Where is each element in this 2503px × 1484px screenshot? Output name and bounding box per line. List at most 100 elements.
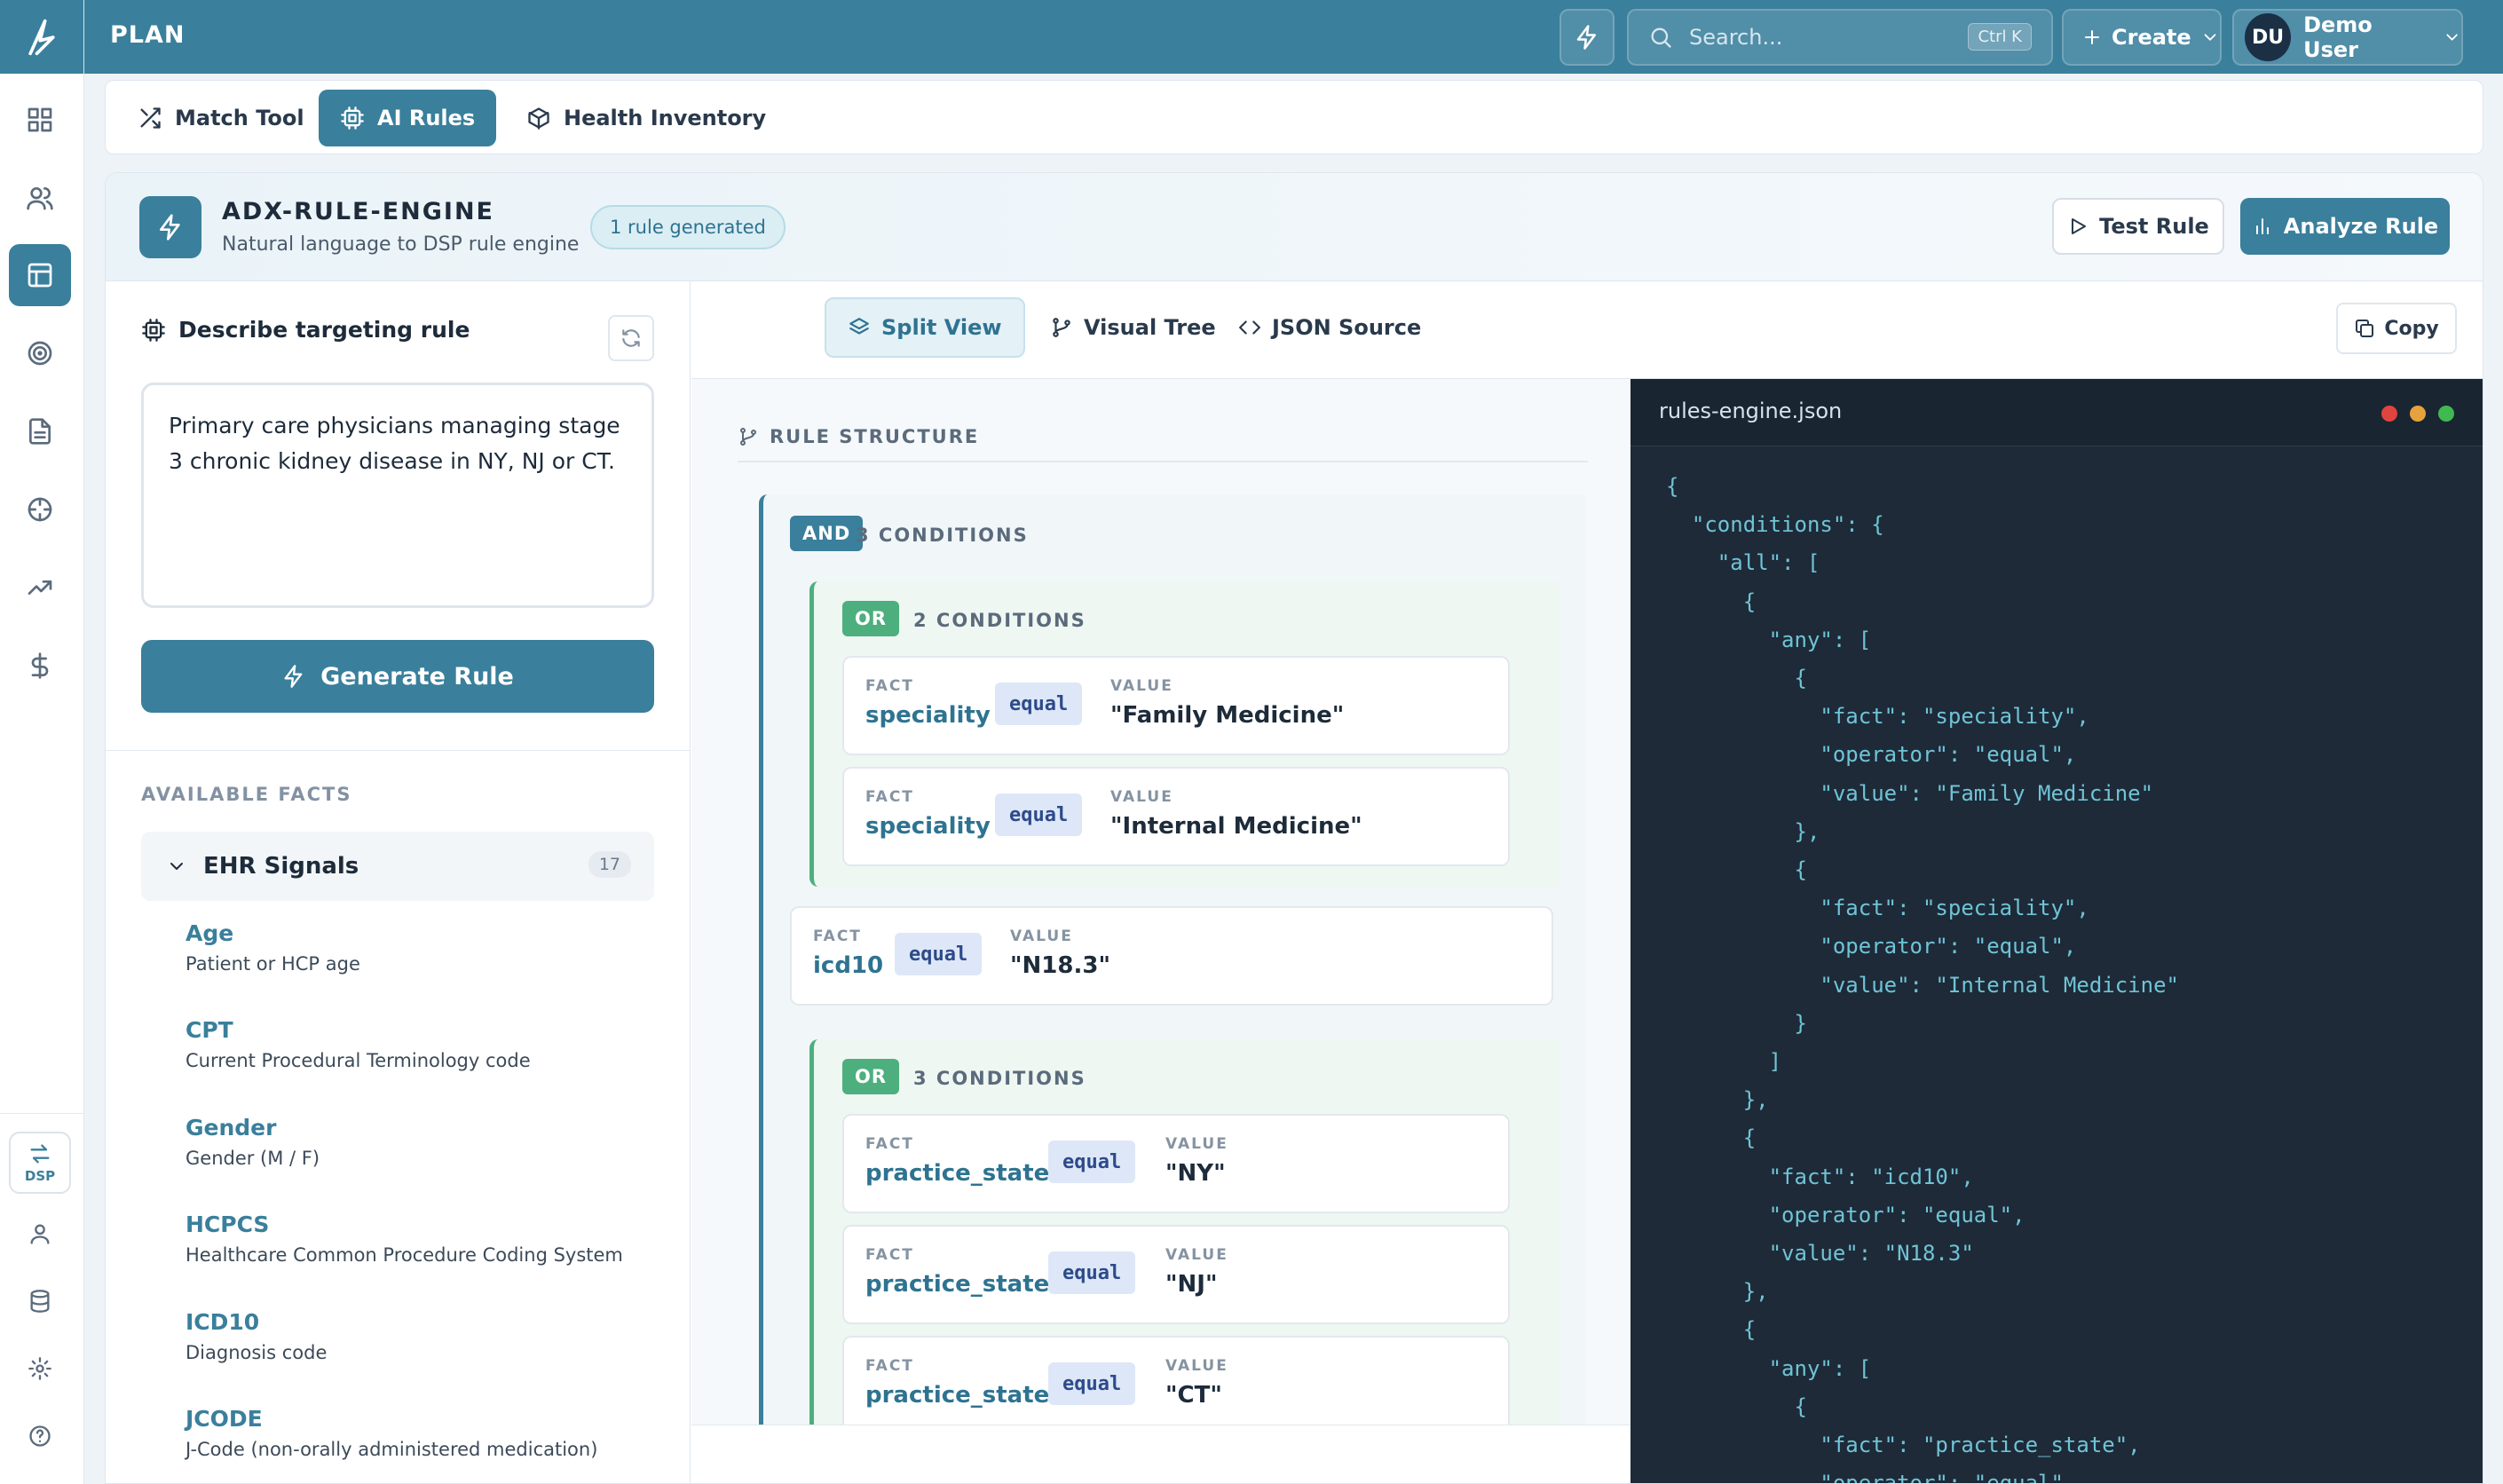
fact-item[interactable]: HCPCS Healthcare Common Procedure Coding… bbox=[186, 1212, 623, 1266]
plus-icon bbox=[2085, 30, 2099, 44]
search-placeholder: Search... bbox=[1689, 25, 1783, 50]
create-label: Create bbox=[2112, 25, 2191, 50]
copy-button[interactable]: Copy bbox=[2336, 303, 2457, 354]
reset-prompt-button[interactable] bbox=[608, 315, 654, 361]
value-label: VALUE bbox=[1010, 928, 1073, 945]
rail-target-button[interactable] bbox=[9, 322, 71, 384]
app-logo[interactable] bbox=[0, 0, 83, 74]
rule-structure-text: RULE STRUCTURE bbox=[770, 426, 980, 447]
search-box[interactable]: Search... Ctrl K bbox=[1627, 9, 2053, 66]
avatar: DU bbox=[2245, 13, 2292, 61]
rail-settings-button[interactable] bbox=[9, 1338, 71, 1400]
rail-profile-button[interactable] bbox=[9, 1203, 71, 1265]
bar-chart-icon bbox=[2255, 218, 2269, 234]
fact-name: JCODE bbox=[186, 1406, 263, 1432]
quick-action-button[interactable] bbox=[1559, 9, 1615, 66]
fact-item[interactable]: CPT Current Procedural Terminology code bbox=[186, 1017, 531, 1071]
available-facts-title: AVAILABLE FACTS bbox=[141, 784, 352, 805]
user-menu[interactable]: DU Demo User bbox=[2232, 9, 2463, 66]
condition-row[interactable]: FACT icd10 equal VALUE "N18.3" bbox=[790, 906, 1553, 1006]
fact-item[interactable]: Gender Gender (M / F) bbox=[186, 1115, 320, 1169]
chevron-down-icon bbox=[170, 863, 183, 870]
section-title: PLAN bbox=[110, 21, 186, 49]
condition-value: "CT" bbox=[1165, 1382, 1222, 1409]
fact-item[interactable]: JCODE J-Code (non-orally administered me… bbox=[186, 1406, 597, 1460]
tab-ai-rules[interactable]: AI Rules bbox=[319, 90, 497, 146]
condition-row[interactable]: FACT practice_state equal VALUE "NY" bbox=[842, 1114, 1510, 1213]
create-button[interactable]: Create bbox=[2062, 9, 2222, 66]
target-icon bbox=[28, 341, 52, 366]
condition-row[interactable]: FACT practice_state equal VALUE "CT" bbox=[842, 1336, 1510, 1435]
fact-label: FACT bbox=[813, 928, 862, 945]
fact-value: practice_state bbox=[865, 1160, 1050, 1187]
rule-input-panel: Describe targeting rule Primary care phy… bbox=[106, 281, 691, 1483]
search-icon bbox=[1651, 28, 1671, 48]
rail-dsp-button[interactable]: DSP bbox=[9, 1132, 71, 1194]
fact-value: speciality bbox=[865, 813, 991, 840]
rail-database-button[interactable] bbox=[9, 1270, 71, 1332]
bolt-icon bbox=[1576, 25, 1596, 50]
json-code-panel: rules-engine.json { "conditions": { "all… bbox=[1631, 379, 2483, 1483]
rail-audiences-button[interactable] bbox=[9, 167, 71, 229]
rail-documents-button[interactable] bbox=[9, 400, 71, 462]
rail-analytics-button[interactable] bbox=[9, 556, 71, 619]
test-rule-button[interactable]: Test Rule bbox=[2052, 198, 2224, 255]
gear-icon bbox=[28, 1357, 51, 1380]
generate-rule-label: Generate Rule bbox=[320, 662, 514, 691]
or-group: OR 2 CONDITIONS FACT speciality equal VA… bbox=[809, 581, 1559, 887]
or-group: OR 3 CONDITIONS FACT practice_state equa… bbox=[809, 1039, 1559, 1483]
condition-count: 2 CONDITIONS bbox=[913, 610, 1086, 631]
rule-engine-card: ADX-RULE-ENGINE Natural language to DSP … bbox=[105, 172, 2483, 1484]
tab-split-view[interactable]: Split View bbox=[825, 297, 1025, 358]
rail-billing-button[interactable] bbox=[9, 635, 71, 697]
condition-row[interactable]: FACT speciality equal VALUE "Internal Me… bbox=[842, 767, 1510, 866]
rail-plan-button[interactable] bbox=[9, 244, 71, 306]
tab-match-tool[interactable]: Match Tool bbox=[116, 90, 326, 146]
rail-crosshair-button[interactable] bbox=[9, 478, 71, 541]
fact-value: practice_state bbox=[865, 1271, 1050, 1298]
ehr-signals-group[interactable]: EHR Signals 17 bbox=[141, 832, 654, 901]
fact-item[interactable]: ICD10 Diagnosis code bbox=[186, 1309, 327, 1363]
condition-value: "Family Medicine" bbox=[1110, 702, 1345, 729]
dsp-label: DSP bbox=[24, 1168, 56, 1184]
analyze-rule-button[interactable]: Analyze Rule bbox=[2240, 198, 2450, 255]
refresh-icon bbox=[622, 329, 640, 347]
condition-row[interactable]: FACT speciality equal VALUE "Family Medi… bbox=[842, 656, 1510, 755]
condition-row[interactable]: FACT practice_state equal VALUE "NJ" bbox=[842, 1225, 1510, 1324]
generate-rule-button[interactable]: Generate Rule bbox=[141, 640, 654, 713]
fact-value: icd10 bbox=[813, 952, 884, 979]
tab-json-source[interactable]: JSON Source bbox=[1217, 297, 1442, 358]
fact-desc: Gender (M / F) bbox=[186, 1148, 320, 1169]
or-operator-tag: OR bbox=[842, 1059, 900, 1094]
layers-icon bbox=[849, 318, 869, 335]
user-name: Demo User bbox=[2303, 12, 2373, 62]
rail-help-button[interactable] bbox=[9, 1405, 71, 1467]
tab-visual-tree[interactable]: Visual Tree bbox=[1029, 297, 1237, 358]
visual-tree-label: Visual Tree bbox=[1084, 315, 1216, 340]
user-icon bbox=[30, 1224, 50, 1244]
left-rail: DSP bbox=[0, 0, 84, 1484]
json-source-label: JSON Source bbox=[1272, 315, 1422, 340]
value-label: VALUE bbox=[1110, 788, 1173, 806]
cpu-icon bbox=[142, 318, 165, 342]
rule-prompt-textarea[interactable]: Primary care physicians managing stage 3… bbox=[141, 383, 654, 608]
fact-label: FACT bbox=[865, 1246, 914, 1264]
rail-dashboard-button[interactable] bbox=[9, 89, 71, 151]
fact-value: practice_state bbox=[865, 1382, 1050, 1409]
split-view-label: Split View bbox=[881, 315, 1002, 340]
fact-name: Gender bbox=[186, 1115, 277, 1141]
tab-health-inventory[interactable]: Health Inventory bbox=[505, 90, 787, 146]
dollar-icon bbox=[31, 652, 49, 679]
window-close-dot bbox=[2381, 406, 2397, 422]
fact-name: Age bbox=[186, 920, 234, 946]
fact-label: FACT bbox=[865, 677, 914, 695]
fact-desc: J-Code (non-orally administered medicati… bbox=[186, 1439, 598, 1460]
grid-icon bbox=[28, 107, 52, 132]
value-label: VALUE bbox=[1110, 677, 1173, 695]
help-icon bbox=[29, 1425, 51, 1447]
top-bar: PLAN Search... Ctrl K Create DU Demo Use… bbox=[84, 0, 2503, 74]
fact-value: speciality bbox=[865, 702, 991, 729]
fact-item[interactable]: Age Patient or HCP age bbox=[186, 920, 360, 975]
condition-value: "Internal Medicine" bbox=[1110, 813, 1362, 840]
json-source-code[interactable]: { "conditions": { "all": [ { "any": [ { … bbox=[1666, 468, 2179, 1483]
